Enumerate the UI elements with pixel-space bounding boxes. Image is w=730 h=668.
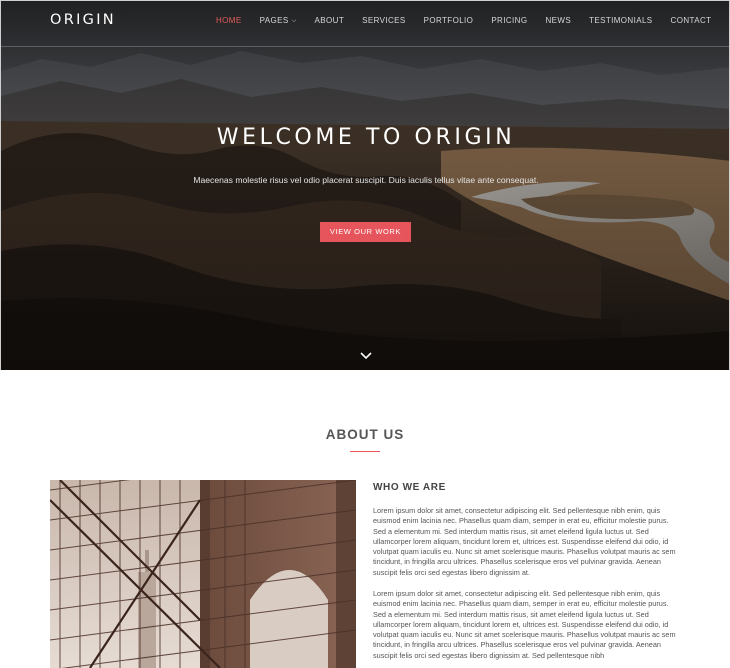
nav-item-label: PAGES [259,16,289,25]
nav-item-about[interactable]: ABOUT [315,16,345,30]
about-paragraph: Lorem ipsum dolor sit amet, consectetur … [373,506,676,577]
chevron-down-icon[interactable] [359,348,373,360]
nav-item-label: TESTIMONIALS [589,16,653,25]
about-paragraph: Lorem ipsum dolor sit amet, consectetur … [373,589,676,660]
view-our-work-button[interactable]: VIEW OUR WORK [320,222,411,242]
chevron-down-icon: ⌵ [291,18,297,24]
nav-item-label: HOME [216,16,242,25]
site-logo[interactable]: ORIGIN [50,12,116,28]
nav-item-label: SERVICES [362,16,406,25]
nav-item-news[interactable]: NEWS [545,16,571,30]
nav-item-home[interactable]: HOME [216,16,242,30]
top-navbar: ORIGIN HOME PAGES ⌵ ABOUT SERVICES PORTFO… [1,1,729,47]
nav-item-label: NEWS [545,16,572,25]
nav-item-services[interactable]: SERVICES [362,16,406,30]
main-nav: HOME PAGES ⌵ ABOUT SERVICES PORTFOLIO PRI… [216,16,711,30]
nav-item-testimonials[interactable]: TESTIMONIALS [589,16,652,30]
nav-item-pricing[interactable]: PRICING [491,16,527,30]
nav-item-label: CONTACT [670,16,712,25]
nav-item-pages[interactable]: PAGES ⌵ [260,16,297,30]
about-heading: ABOUT US [325,427,405,442]
nav-item-label: PRICING [491,16,528,25]
hero-section: ORIGIN HOME PAGES ⌵ ABOUT SERVICES PORTFO… [0,0,730,370]
hero-title: WELCOME TO ORIGIN [216,125,516,150]
nav-item-label: PORTFOLIO [423,16,474,25]
bridge-photo [50,480,356,668]
nav-item-portfolio[interactable]: PORTFOLIO [424,16,474,30]
nav-item-contact[interactable]: CONTACT [671,16,712,30]
nav-item-label: ABOUT [314,16,345,25]
hero-subtitle: Maecenas molestie risus vel odio placera… [193,175,539,185]
heading-divider [350,451,380,452]
who-we-are-heading: WHO WE ARE [373,482,446,493]
